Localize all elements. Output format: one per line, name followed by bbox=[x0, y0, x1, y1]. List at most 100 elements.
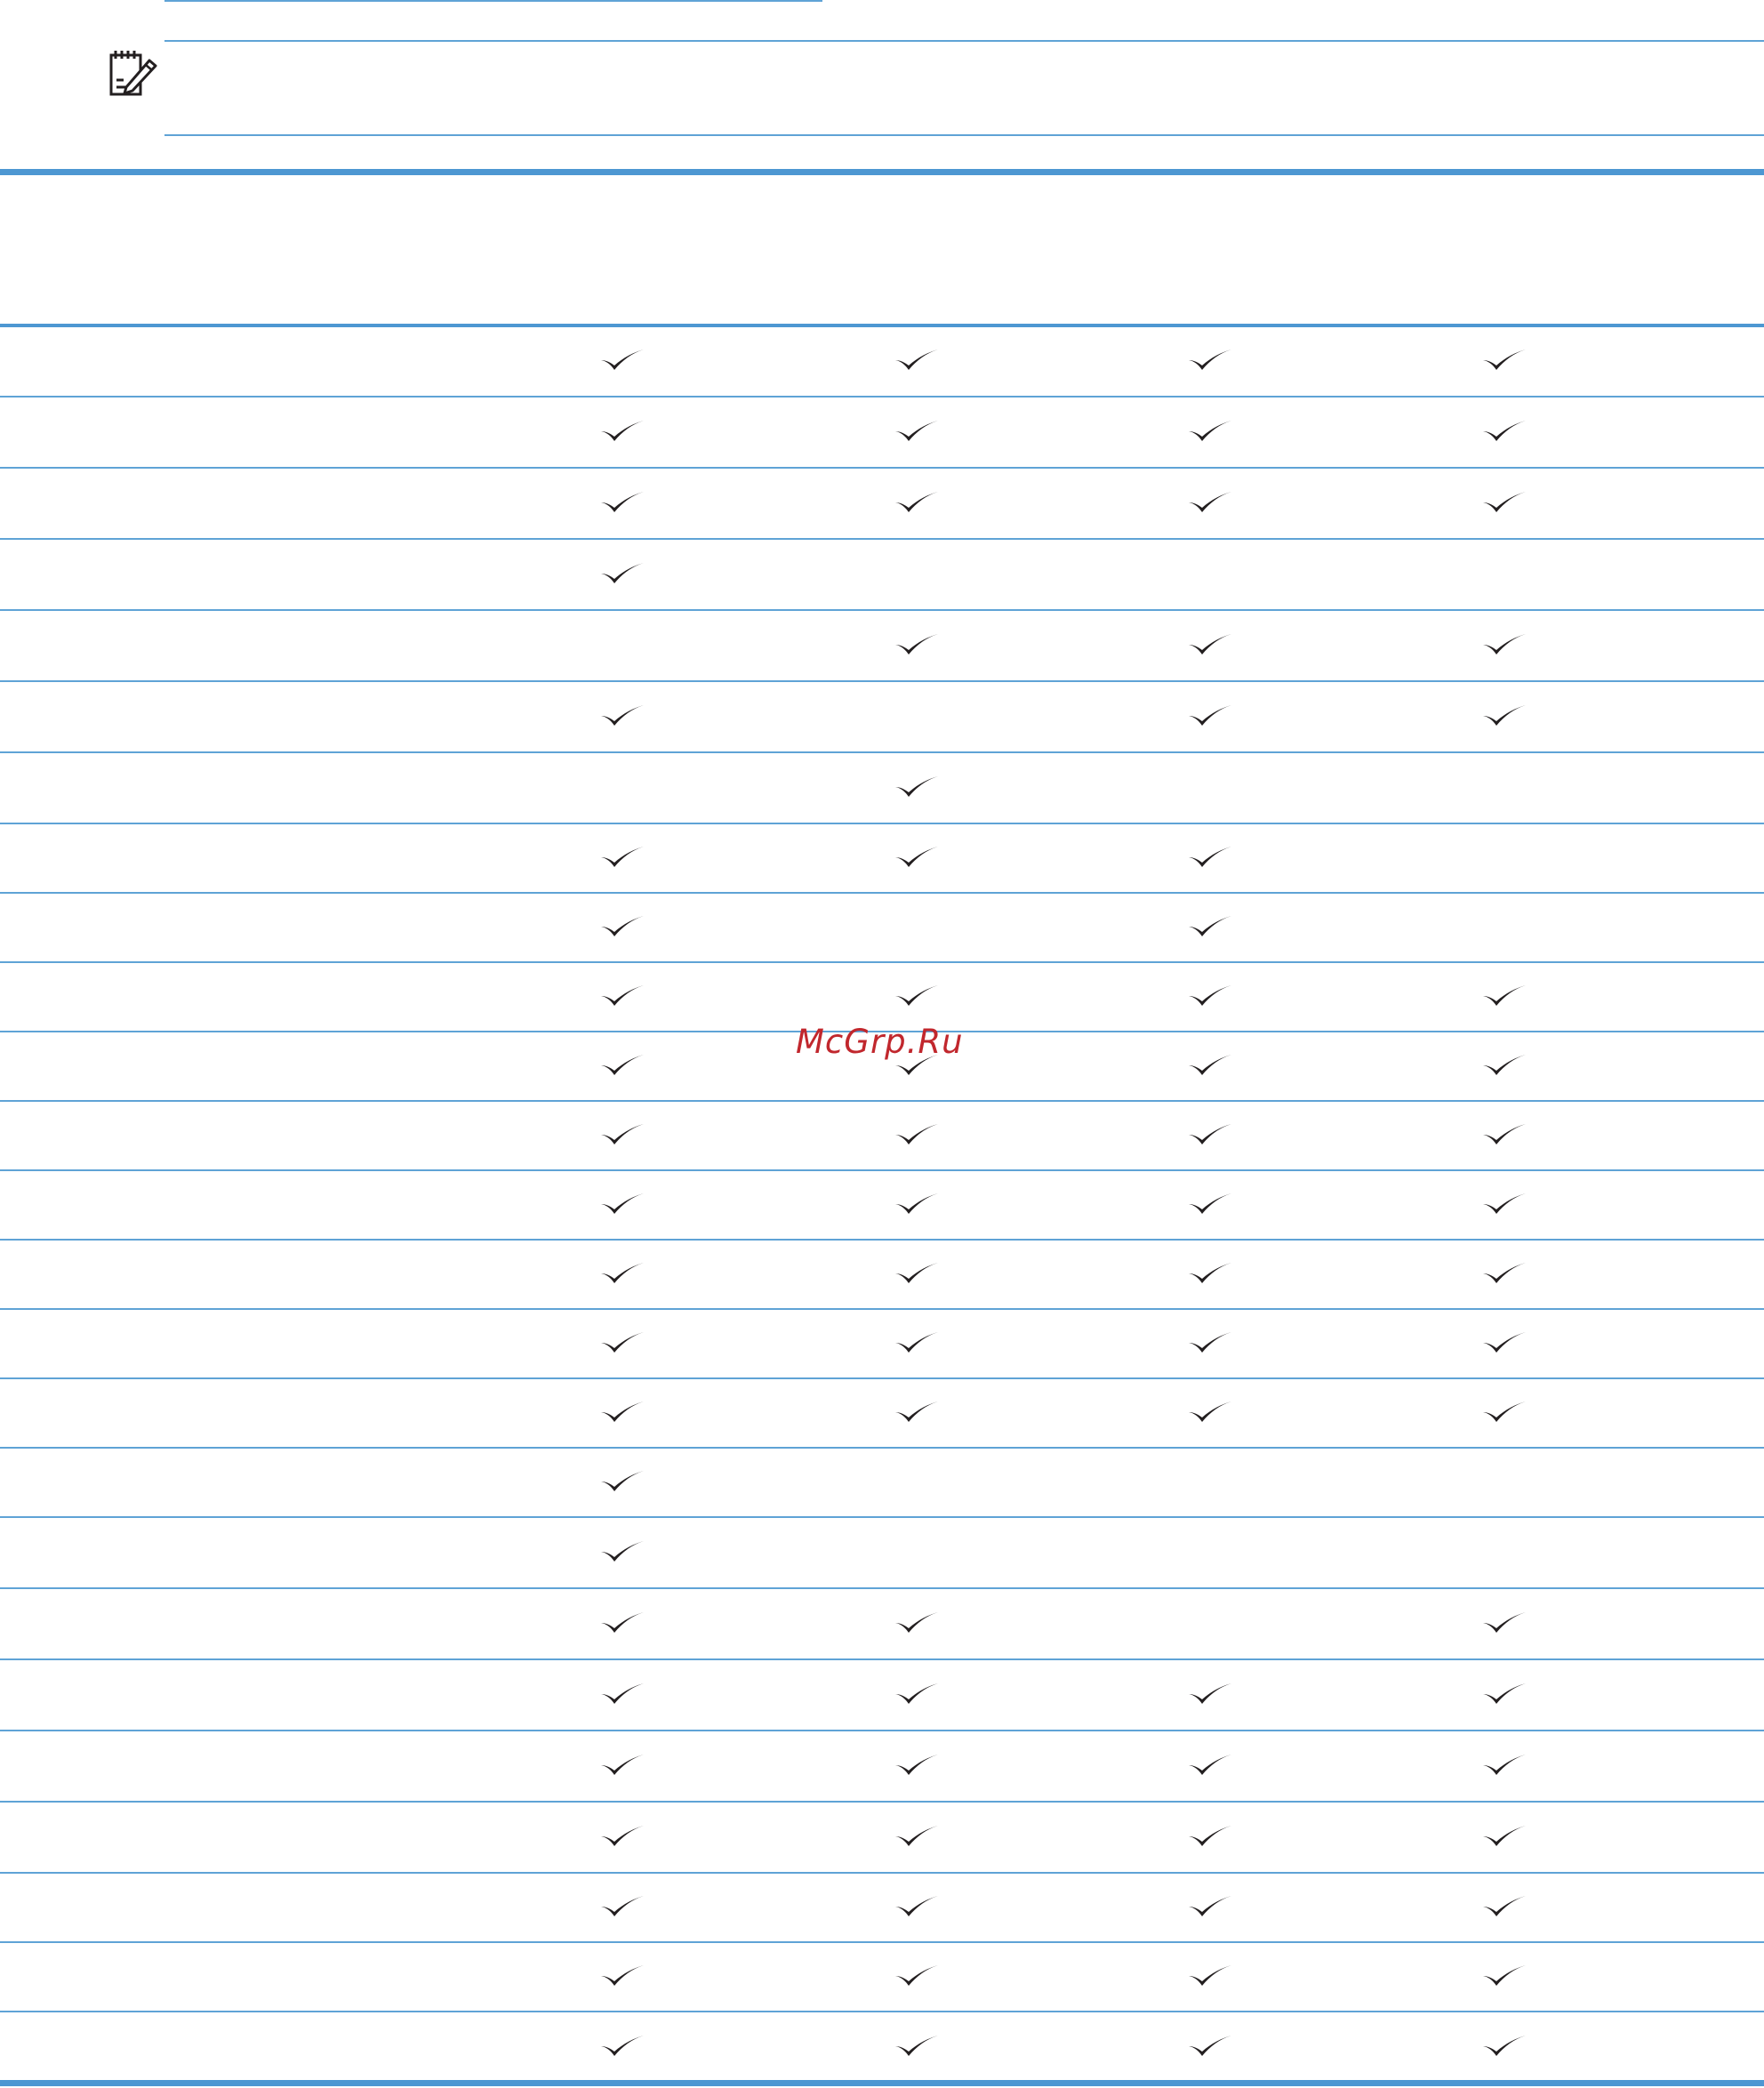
checkmark-icon bbox=[601, 1263, 644, 1283]
checkmark-icon bbox=[1483, 985, 1526, 1006]
top-partial-rule bbox=[164, 0, 822, 2]
table-top-rule bbox=[0, 169, 1764, 175]
checkmark-icon bbox=[1189, 916, 1231, 936]
checkmark-icon bbox=[1483, 1612, 1526, 1633]
checkmark-icon bbox=[895, 1401, 938, 1422]
checkmark-icon bbox=[895, 634, 938, 655]
checkmark-icon bbox=[601, 1193, 644, 1214]
checkmark-icon bbox=[1189, 2036, 1231, 2056]
checkmark-icon bbox=[601, 2036, 644, 2056]
row-divider bbox=[0, 1658, 1764, 1660]
checkmark-icon bbox=[1189, 1683, 1231, 1704]
checkmark-icon bbox=[895, 1965, 938, 1986]
checkmark-icon bbox=[601, 1471, 644, 1491]
row-divider bbox=[0, 961, 1764, 963]
feature-table bbox=[0, 169, 1764, 2088]
row-divider bbox=[0, 396, 1764, 398]
checkmark-icon bbox=[601, 1401, 644, 1422]
checkmark-icon bbox=[895, 349, 938, 370]
checkmark-icon bbox=[601, 1055, 644, 1075]
checkmark-icon bbox=[1483, 1193, 1526, 1214]
checkmark-icon bbox=[1189, 349, 1231, 370]
checkmark-icon bbox=[1483, 1055, 1526, 1075]
checkmark-icon bbox=[601, 916, 644, 936]
checkmark-icon bbox=[895, 1332, 938, 1353]
row-divider bbox=[0, 1801, 1764, 1803]
checkmark-icon bbox=[1189, 705, 1231, 726]
row-divider bbox=[0, 1872, 1764, 1874]
checkmark-icon bbox=[895, 1193, 938, 1214]
row-divider bbox=[0, 680, 1764, 682]
row-divider bbox=[0, 1447, 1764, 1449]
checkmark-icon bbox=[601, 1612, 644, 1633]
row-divider bbox=[0, 1377, 1764, 1379]
checkmark-icon bbox=[601, 349, 644, 370]
row-divider bbox=[0, 1516, 1764, 1518]
checkmark-icon bbox=[1483, 634, 1526, 655]
row-divider bbox=[0, 1100, 1764, 1102]
checkmark-icon bbox=[1483, 349, 1526, 370]
checkmark-icon bbox=[895, 1124, 938, 1144]
note-pad-pencil-icon bbox=[109, 51, 157, 96]
note-bottom-rule bbox=[164, 134, 1764, 136]
checkmark-icon bbox=[895, 421, 938, 441]
checkmark-icon bbox=[601, 705, 644, 726]
checkmark-icon bbox=[895, 1826, 938, 1846]
checkmark-icon bbox=[1483, 421, 1526, 441]
checkmark-icon bbox=[601, 1683, 644, 1704]
checkmark-icon bbox=[1189, 1896, 1231, 1916]
checkmark-icon bbox=[895, 1755, 938, 1775]
row-divider bbox=[0, 2011, 1764, 2012]
checkmark-icon bbox=[895, 1683, 938, 1704]
row-divider bbox=[0, 1730, 1764, 1731]
checkmark-icon bbox=[601, 1541, 644, 1562]
checkmark-icon bbox=[1189, 1193, 1231, 1214]
checkmark-icon bbox=[895, 985, 938, 1006]
checkmark-icon bbox=[1483, 1332, 1526, 1353]
checkmark-icon bbox=[601, 847, 644, 867]
checkmark-icon bbox=[895, 1612, 938, 1633]
checkmark-icon bbox=[1483, 1401, 1526, 1422]
watermark: McGrp.Ru bbox=[796, 1023, 964, 1061]
checkmark-icon bbox=[1483, 1755, 1526, 1775]
row-divider bbox=[0, 1169, 1764, 1171]
checkmark-icon bbox=[1483, 1263, 1526, 1283]
checkmark-icon bbox=[895, 1263, 938, 1283]
checkmark-icon bbox=[1483, 1896, 1526, 1916]
checkmark-icon bbox=[1189, 1755, 1231, 1775]
row-divider bbox=[0, 1587, 1764, 1589]
checkmark-icon bbox=[601, 985, 644, 1006]
checkmark-icon bbox=[601, 563, 644, 583]
checkmark-icon bbox=[601, 1965, 644, 1986]
checkmark-icon bbox=[1189, 634, 1231, 655]
row-divider bbox=[0, 1308, 1764, 1310]
row-divider bbox=[0, 609, 1764, 611]
checkmark-icon bbox=[1189, 492, 1231, 512]
checkmark-icon bbox=[1189, 1826, 1231, 1846]
checkmark-icon bbox=[1189, 1055, 1231, 1075]
row-divider bbox=[0, 751, 1764, 753]
checkmark-icon bbox=[1483, 1124, 1526, 1144]
checkmark-icon bbox=[1483, 1683, 1526, 1704]
checkmark-icon bbox=[601, 1826, 644, 1846]
row-divider bbox=[0, 1239, 1764, 1241]
checkmark-icon bbox=[1483, 1965, 1526, 1986]
checkmark-icon bbox=[601, 1755, 644, 1775]
row-divider bbox=[0, 538, 1764, 540]
checkmark-icon bbox=[895, 847, 938, 867]
checkmark-icon bbox=[1189, 847, 1231, 867]
header-bottom-rule bbox=[0, 324, 1764, 327]
checkmark-icon bbox=[895, 2036, 938, 2056]
checkmark-icon bbox=[1483, 1826, 1526, 1846]
checkmark-icon bbox=[1483, 2036, 1526, 2056]
checkmark-icon bbox=[895, 1896, 938, 1916]
checkmark-icon bbox=[1483, 705, 1526, 726]
checkmark-icon bbox=[601, 492, 644, 512]
checkmark-icon bbox=[1189, 1124, 1231, 1144]
checkmark-icon bbox=[1189, 985, 1231, 1006]
row-divider bbox=[0, 823, 1764, 824]
row-divider bbox=[0, 1941, 1764, 1943]
checkmark-icon bbox=[1189, 1965, 1231, 1986]
checkmark-icon bbox=[1189, 421, 1231, 441]
checkmark-icon bbox=[1189, 1332, 1231, 1353]
